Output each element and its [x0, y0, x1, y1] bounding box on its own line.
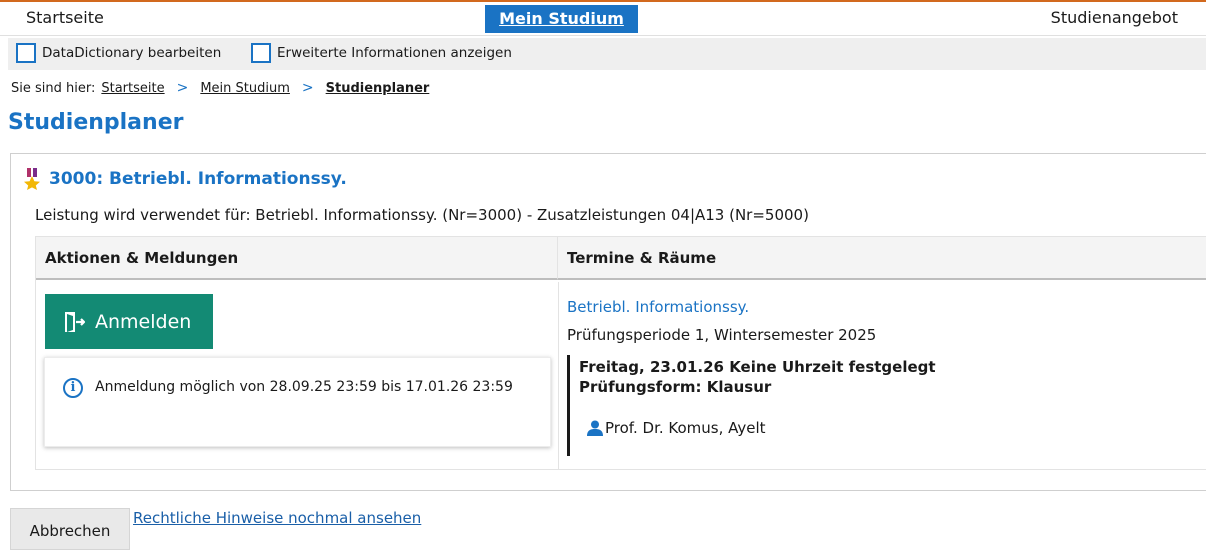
- course-header: 3000: Betriebl. Informationssy.: [23, 168, 347, 190]
- chevron-right-icon: >: [176, 80, 189, 96]
- exam-form: Prüfungsform: Klausur: [579, 378, 772, 396]
- info-icon: i: [63, 378, 83, 398]
- registration-info-box: i Anmeldung möglich von 28.09.25 23:59 b…: [44, 357, 551, 447]
- legal-notice-link[interactable]: Rechtliche Hinweise nochmal ansehen: [133, 509, 421, 527]
- breadcrumb-mein-studium[interactable]: Mein Studium: [200, 81, 290, 96]
- breadcrumb: Sie sind hier: Startseite > Mein Studium…: [11, 80, 429, 96]
- medal-icon: [24, 168, 40, 190]
- exam-date: Freitag, 23.01.26 Keine Uhrzeit festgele…: [579, 358, 936, 376]
- register-button-label: Anmelden: [95, 310, 192, 333]
- registration-info-text: Anmeldung möglich von 28.09.25 23:59 bis…: [95, 379, 513, 395]
- door-enter-icon: [65, 311, 85, 332]
- page-title: Studienplaner: [8, 110, 184, 135]
- nav-studienangebot[interactable]: Studienangebot: [1051, 8, 1178, 27]
- extended-info-label: Erweiterte Informationen anzeigen: [277, 45, 512, 61]
- breadcrumb-startseite[interactable]: Startseite: [101, 81, 164, 96]
- nav-startseite[interactable]: Startseite: [26, 8, 104, 27]
- column-header-dates: Termine & Räume: [558, 237, 1206, 280]
- extended-info-checkbox[interactable]: [251, 43, 271, 63]
- register-button[interactable]: Anmelden: [45, 294, 213, 349]
- nav-mein-studium[interactable]: Mein Studium: [485, 5, 638, 33]
- examiner-name: Prof. Dr. Komus, Ayelt: [605, 419, 766, 437]
- exam-name-link[interactable]: Betriebl. Informationssy.: [567, 298, 749, 316]
- breadcrumb-studienplaner[interactable]: Studienplaner: [326, 81, 430, 96]
- person-icon: [587, 420, 603, 436]
- cancel-button[interactable]: Abbrechen: [10, 508, 130, 550]
- course-panel: 3000: Betriebl. Informationssy. Leistung…: [10, 153, 1206, 491]
- course-title: 3000: Betriebl. Informationssy.: [49, 169, 347, 189]
- breadcrumb-prefix: Sie sind hier:: [11, 80, 96, 96]
- chevron-right-icon: >: [301, 80, 314, 96]
- datadictionary-checkbox[interactable]: [16, 43, 36, 63]
- column-divider: [558, 282, 559, 469]
- datadictionary-label: DataDictionary bearbeiten: [42, 45, 222, 61]
- appointment-bar: [567, 355, 570, 456]
- course-details-table: Aktionen & Meldungen Termine & Räume Anm…: [35, 236, 1206, 470]
- datadictionary-option[interactable]: DataDictionary bearbeiten: [16, 43, 221, 63]
- column-header-actions: Aktionen & Meldungen: [36, 237, 558, 280]
- top-navigation: Startseite Mein Studium Studienangebot: [0, 0, 1206, 36]
- examiner: Prof. Dr. Komus, Ayelt: [587, 419, 766, 437]
- options-bar: DataDictionary bearbeiten Erweiterte Inf…: [8, 38, 1206, 70]
- extended-info-option[interactable]: Erweiterte Informationen anzeigen: [251, 43, 512, 63]
- course-usage-text: Leistung wird verwendet für: Betriebl. I…: [35, 206, 809, 224]
- exam-period: Prüfungsperiode 1, Wintersemester 2025: [567, 326, 877, 344]
